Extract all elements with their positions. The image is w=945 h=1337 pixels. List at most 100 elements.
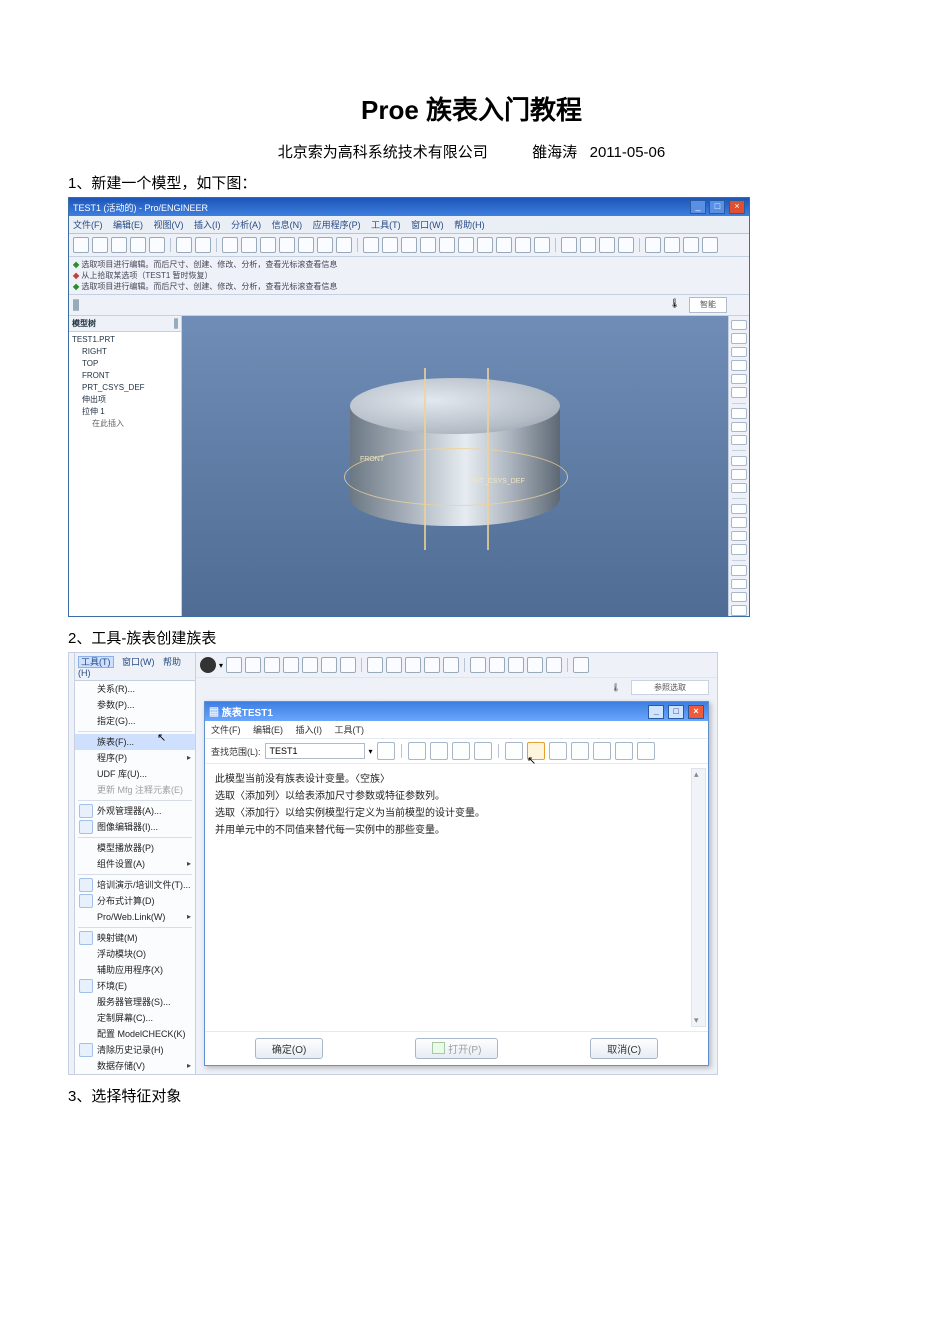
menu-item[interactable]: 关系(R)... xyxy=(75,681,195,697)
cut-icon[interactable] xyxy=(408,742,426,760)
main-toolbar[interactable] xyxy=(69,234,749,257)
mail-icon[interactable] xyxy=(149,237,165,253)
round-icon[interactable] xyxy=(731,469,747,479)
hidden-icon[interactable] xyxy=(534,237,550,253)
point-icon[interactable] xyxy=(731,374,747,384)
help-icon[interactable] xyxy=(702,237,718,253)
datum-axis-disp-icon[interactable] xyxy=(489,657,505,673)
dialog-maximize[interactable]: □ xyxy=(668,705,684,719)
paste-icon[interactable] xyxy=(452,742,470,760)
cancel-button[interactable]: 取消(C) xyxy=(590,1038,658,1059)
spin-center-icon[interactable] xyxy=(200,657,216,673)
menu-item[interactable]: 分布式计算(D) xyxy=(75,893,195,909)
tools-dropdown-menu[interactable]: 工具(T) 窗口(W) 帮助(H) 关系(R)...参数(P)...指定(G).… xyxy=(74,652,196,1075)
menu-bar[interactable]: 文件(F) 编辑(E) 视图(V) 插入(I) 分析(A) 信息(N) 应用程序… xyxy=(69,216,749,234)
layers-icon[interactable] xyxy=(336,237,352,253)
insert-row-icon[interactable] xyxy=(505,742,523,760)
menu-item[interactable]: 配置 ModelCHECK(K) xyxy=(75,1026,195,1042)
tree-item[interactable]: TEST1.PRT xyxy=(72,334,178,346)
menu-item[interactable]: 定制屏幕(C)... xyxy=(75,1010,195,1026)
spin-icon[interactable] xyxy=(382,237,398,253)
tree-item[interactable]: 拉伸 1 xyxy=(72,406,178,418)
layers-icon[interactable] xyxy=(321,657,337,673)
csys-icon[interactable] xyxy=(731,387,747,397)
datum-point-disp-icon[interactable] xyxy=(508,657,524,673)
tree-expand-icon[interactable] xyxy=(77,299,79,311)
datum-plane-disp-icon[interactable] xyxy=(470,657,486,673)
patternize-icon[interactable] xyxy=(549,742,567,760)
tree-item[interactable]: FRONT xyxy=(72,370,178,382)
hiddenline-icon[interactable] xyxy=(386,657,402,673)
menu-item[interactable]: Pro/Web.Link(W)▸ xyxy=(75,909,195,925)
menu-item[interactable]: 模型播放器(P) xyxy=(75,840,195,856)
new-icon[interactable] xyxy=(73,237,89,253)
boundary-icon[interactable] xyxy=(731,605,747,615)
wireframe-icon[interactable] xyxy=(367,657,383,673)
pastecol-icon[interactable] xyxy=(474,742,492,760)
graphics-viewport[interactable]: FRONT PRT_CSYS_DEF xyxy=(182,316,728,616)
menu-file[interactable]: 文件(F) xyxy=(73,220,103,230)
menu-item[interactable]: 培训演示/培训文件(T)... xyxy=(75,877,195,893)
curve-icon[interactable] xyxy=(731,360,747,370)
tree-item[interactable]: RIGHT xyxy=(72,346,178,358)
orient-icon[interactable] xyxy=(458,237,474,253)
menu-info[interactable]: 信息(N) xyxy=(272,220,303,230)
merge-icon[interactable] xyxy=(731,592,747,602)
dmenu-insert[interactable]: 插入(I) xyxy=(296,725,323,735)
window-titlebar[interactable]: TEST1 (活动的) - Pro/ENGINEER _ □ × xyxy=(69,198,749,216)
menu-item[interactable]: 图像编辑器(I)... xyxy=(75,819,195,835)
select-icon[interactable] xyxy=(317,237,333,253)
family-table-dialog[interactable]: ▦ 族表TEST1 _ □ × 文件(F) 编辑(E) 插入(I) 工具(T) … xyxy=(204,701,709,1066)
view-mgr-icon[interactable] xyxy=(340,657,356,673)
refit-icon[interactable] xyxy=(439,237,455,253)
menu-item[interactable]: 辅助应用程序(X) xyxy=(75,962,195,978)
menu-item[interactable]: 清除历史记录(H) xyxy=(75,1042,195,1058)
dialog-scrollbar[interactable] xyxy=(691,768,706,1027)
repaint-icon[interactable] xyxy=(363,237,379,253)
revolve-icon[interactable] xyxy=(731,517,747,527)
shell-icon[interactable] xyxy=(731,422,747,432)
regenerate-icon[interactable] xyxy=(279,237,295,253)
menu-item[interactable]: 族表(F)... xyxy=(75,734,195,750)
find-icon[interactable] xyxy=(571,742,589,760)
annotation-disp-icon[interactable] xyxy=(546,657,562,673)
zoomin-icon[interactable] xyxy=(401,237,417,253)
open-icon[interactable] xyxy=(92,237,108,253)
dmenu-file[interactable]: 文件(F) xyxy=(211,725,241,735)
shading-icon[interactable] xyxy=(496,237,512,253)
menu-item[interactable]: 参数(P)... xyxy=(75,697,195,713)
datum-plane-icon[interactable] xyxy=(561,237,577,253)
copy-icon[interactable] xyxy=(241,237,257,253)
model-info-icon[interactable] xyxy=(683,237,699,253)
lookin-field[interactable]: TEST1 xyxy=(265,743,365,759)
dialog-minimize[interactable]: _ xyxy=(648,705,664,719)
menu-apps[interactable]: 应用程序(P) xyxy=(313,220,361,230)
close-button[interactable]: × xyxy=(729,200,745,214)
open-button[interactable]: 打开(P) xyxy=(415,1038,498,1059)
extrude-icon[interactable] xyxy=(731,504,747,514)
lookin-go-icon[interactable] xyxy=(377,742,395,760)
tree-item[interactable]: 伸出项 xyxy=(72,394,178,406)
rib-icon[interactable] xyxy=(731,435,747,445)
view-toolbar[interactable]: ▾ xyxy=(196,653,717,678)
copy-icon[interactable] xyxy=(430,742,448,760)
tree-item[interactable]: TOP xyxy=(72,358,178,370)
blend-icon[interactable] xyxy=(731,544,747,554)
print-icon[interactable] xyxy=(130,237,146,253)
menu-window[interactable]: 窗口(W) xyxy=(122,657,155,667)
whatsthis-icon[interactable] xyxy=(573,657,589,673)
minimize-button[interactable]: _ xyxy=(690,200,706,214)
menu-item[interactable]: 组件设置(A)▸ xyxy=(75,856,195,872)
savedviews-icon[interactable] xyxy=(477,237,493,253)
enhanced-icon[interactable] xyxy=(443,657,459,673)
shading-icon[interactable] xyxy=(424,657,440,673)
selection-filter[interactable]: 智能 xyxy=(689,297,727,313)
sweep-icon[interactable] xyxy=(731,531,747,541)
zoom-out-icon[interactable] xyxy=(245,657,261,673)
paste-icon[interactable] xyxy=(260,237,276,253)
tree-item[interactable]: 在此插入 xyxy=(72,418,178,430)
menu-help[interactable]: 帮助(H) xyxy=(454,220,485,230)
selection-filter[interactable]: 参照选取 xyxy=(631,680,709,695)
plane-icon[interactable] xyxy=(731,333,747,343)
wireframe-icon[interactable] xyxy=(515,237,531,253)
